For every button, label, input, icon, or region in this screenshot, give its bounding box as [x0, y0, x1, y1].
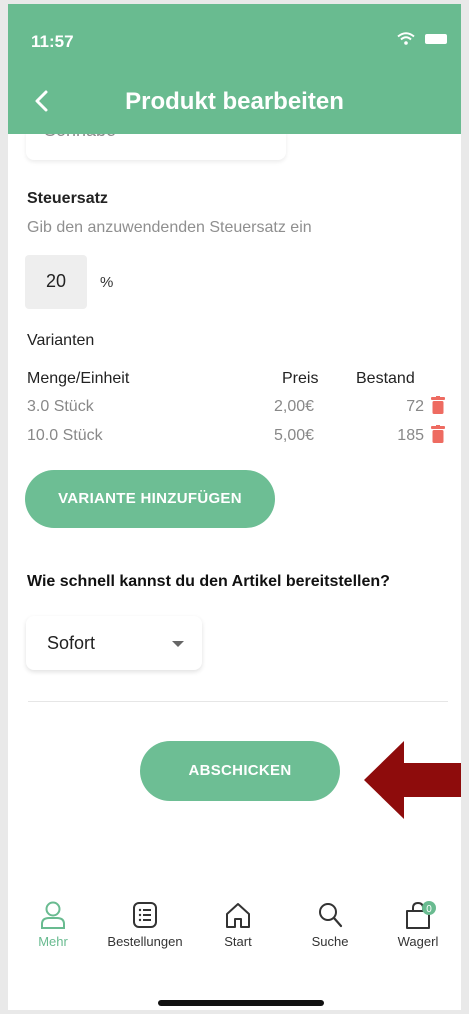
column-header-stock: Bestand	[356, 370, 415, 387]
tab-label: Wagerl	[397, 934, 439, 949]
submit-button[interactable]: ABSCHICKEN	[140, 741, 340, 801]
search-icon	[319, 903, 343, 928]
column-header-qty: Menge/Einheit	[27, 370, 130, 387]
column-header-price: Preis	[282, 370, 319, 387]
trash-icon[interactable]	[431, 396, 445, 414]
person-icon	[41, 901, 65, 929]
header-bar: 11:57 Produkt bearbeiten	[8, 4, 461, 134]
home-indicator	[158, 1000, 324, 1006]
variant-qty: 10.0 Stück	[27, 427, 103, 444]
battery-icon	[425, 33, 447, 44]
app-screen: Sonnabe 11:57 Produkt bearbeiten Steuers…	[8, 4, 461, 1010]
delivery-dropdown[interactable]: Sofort	[26, 616, 202, 670]
annotation-arrow-icon	[364, 741, 461, 819]
delivery-question: Wie schnell kannst du den Artikel bereit…	[27, 573, 390, 590]
variant-price: 5,00€	[274, 427, 315, 444]
variant-price: 2,00€	[274, 398, 315, 415]
caret-down-icon	[172, 641, 184, 647]
tax-label: Steuersatz	[27, 190, 108, 207]
cart-badge: 0	[426, 904, 432, 915]
divider	[28, 701, 448, 702]
bottom-tab-bar: Mehr Bestellungen Start Suche 0 Wagerl	[8, 900, 461, 972]
tab-mehr[interactable]: Mehr	[8, 900, 98, 949]
tax-value: 20	[45, 271, 67, 291]
tab-label: Mehr	[38, 934, 68, 949]
home-icon	[226, 903, 250, 928]
status-time: 11:57	[31, 32, 74, 51]
tab-wagerl[interactable]: 0 Wagerl	[373, 900, 461, 949]
tax-hint: Gib den anzuwendenden Steuersatz ein	[27, 219, 312, 236]
trash-icon[interactable]	[431, 425, 445, 443]
variant-stock: 185	[397, 427, 424, 444]
tax-input[interactable]: 20	[25, 255, 87, 309]
wifi-icon	[396, 32, 415, 46]
list-icon	[133, 902, 157, 928]
tax-unit: %	[100, 274, 114, 291]
bag-icon: 0	[406, 901, 436, 929]
status-icons	[396, 30, 447, 48]
tab-bestellungen[interactable]: Bestellungen	[100, 900, 190, 949]
tab-suche[interactable]: Suche	[285, 900, 375, 949]
tab-label: Bestellungen	[107, 934, 183, 949]
tab-label: Start	[224, 934, 252, 949]
variant-stock: 72	[406, 398, 424, 415]
variants-title: Varianten	[27, 332, 95, 349]
variant-qty: 3.0 Stück	[27, 398, 94, 415]
delivery-selected: Sofort	[47, 633, 96, 653]
tab-start[interactable]: Start	[193, 900, 283, 949]
page-title: Produkt bearbeiten	[125, 88, 344, 115]
add-variant-button[interactable]: VARIANTE HINZUFÜGEN	[25, 470, 275, 528]
tab-label: Suche	[311, 934, 349, 949]
